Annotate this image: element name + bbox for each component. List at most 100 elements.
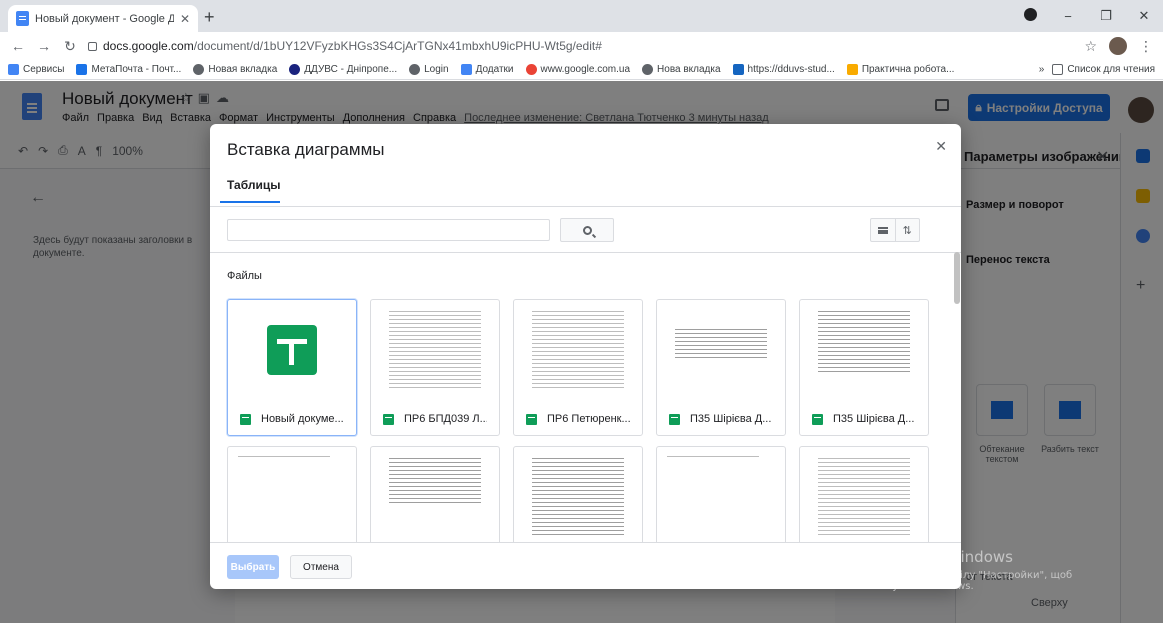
file-thumbnail [228,300,356,400]
bookmark-item[interactable]: Сервисы [8,64,64,75]
bookmark-item[interactable]: Нова вкладка [642,64,721,75]
file-card[interactable] [656,446,786,542]
file-card-new[interactable]: Новый докуме... [227,299,357,436]
back-icon[interactable]: ← [10,38,26,54]
file-thumbnail [657,447,785,542]
files-grid: Новый докуме... ПР6 БПД039 Л... ПР6 Петю… [210,294,954,542]
sheet-preview [667,453,759,463]
bookmark-item[interactable]: ДДУВС - Дніпропе... [289,64,397,75]
active-tab-indicator [220,201,280,203]
file-card[interactable]: ПР6 Петюренк... [513,299,643,436]
url-host: docs.google.com [103,39,194,53]
search-icon [582,225,592,235]
select-button[interactable]: Выбрать [227,555,279,579]
cancel-button[interactable]: Отмена [290,555,352,579]
reading-list-icon [1052,64,1064,75]
browser-tab[interactable]: Новый документ - Google Доку ✕ [8,5,198,32]
file-card[interactable] [227,446,357,542]
recording-icon[interactable] [1011,8,1049,24]
sheet-preview [389,308,481,394]
file-card[interactable]: П35 Шірієва Д... [656,299,786,436]
file-card[interactable]: ПР6 БПД039 Л... [370,299,500,436]
link-icon [732,64,744,75]
bookmark-item[interactable]: https://dduvs-stud... [732,64,835,75]
folder-icon [846,64,858,75]
profile-avatar[interactable] [1109,37,1127,55]
file-name: П35 Шірієва Д... [833,413,915,425]
file-card[interactable] [799,446,929,542]
lock-icon [88,41,97,51]
address-bar[interactable]: docs.google.com/document/d/1bUY12VFyzbKH… [88,35,1074,57]
bookmark-item[interactable]: Практична робота... [846,64,954,75]
reload-icon[interactable]: ↻ [62,38,78,55]
file-thumbnail [371,447,499,542]
maximize-icon[interactable]: ❐ [1087,8,1125,24]
bookmark-item[interactable]: www.google.com.ua [525,64,630,75]
search-input[interactable] [227,219,550,241]
bookmark-item[interactable]: МетаПочта - Почт... [76,64,181,75]
minimize-icon[interactable]: − [1049,9,1087,24]
sheet-preview [818,308,910,394]
apps-icon [8,64,19,75]
sheets-icon [812,413,823,425]
mail-icon [76,64,88,75]
bookmark-item[interactable]: Login [409,64,449,75]
sheet-preview [389,455,481,541]
list-view-button[interactable] [871,219,896,241]
file-card[interactable]: П35 Шірієва Д... [799,299,929,436]
sheets-logo-icon [267,325,317,375]
bookmarks-bar: Сервисы МетаПочта - Почт... Новая вкладк… [0,60,1163,80]
emblem-icon [289,64,301,75]
star-icon[interactable]: ☆ [1084,38,1097,55]
bookmark-item[interactable]: Новая вкладка [193,64,277,75]
sheet-preview [238,453,330,463]
file-thumbnail [800,300,928,400]
file-thumbnail [228,447,356,542]
windows-activation-watermark: Активація Windows Перейдіть до розділу "… [862,548,1132,592]
file-thumbnail [800,447,928,542]
tab-title: Новый документ - Google Доку [35,12,174,25]
file-thumbnail [514,300,642,400]
sheets-icon [669,413,680,425]
globe-icon [409,64,421,75]
file-card[interactable] [513,446,643,542]
file-card[interactable] [370,446,500,542]
sheets-icon [240,413,251,425]
search-button[interactable] [560,218,614,242]
new-tab-icon[interactable]: + [204,7,215,28]
sort-icon: ⇅ [902,224,912,237]
sheet-preview [818,455,910,541]
scrollbar-thumb[interactable] [954,252,960,304]
sheets-icon [526,413,537,425]
view-toggle: ⇅ [870,218,920,242]
forward-icon[interactable]: → [36,38,52,54]
sheets-icon [383,413,394,425]
reading-list-button[interactable]: Список для чтения [1052,64,1155,75]
apps-icon [460,64,472,75]
close-icon[interactable]: ✕ [935,138,947,155]
docs-favicon-icon [16,11,29,26]
sheet-preview [675,326,767,366]
sheet-preview [532,308,624,394]
file-name: ПР6 Петюренк... [547,413,630,425]
google-icon [525,64,537,75]
url-path: /document/d/1bUY12VFyzbKHGs3S4CjArTGNx41… [193,39,602,53]
browser-toolbar: ← → ↻ docs.google.com/document/d/1bUY12V… [0,32,1163,60]
list-icon [877,226,888,234]
tab-close-icon[interactable]: ✕ [180,12,190,26]
tab-sheets[interactable]: Таблицы [227,178,280,192]
close-window-icon[interactable]: ✕ [1125,8,1163,24]
browser-tabstrip: Новый документ - Google Доку ✕ + − ❐ ✕ [0,0,1163,32]
files-section-label: Файлы [227,270,262,282]
chrome-menu-icon[interactable]: ⋮ [1139,38,1153,55]
globe-icon [193,64,205,75]
watermark-title: Активація Windows [862,548,1013,566]
file-thumbnail [514,447,642,542]
more-bookmarks-icon[interactable]: » [1039,64,1045,75]
bookmark-item[interactable]: Додатки [460,64,514,75]
dialog-footer: Выбрать Отмена [210,542,961,589]
watermark-subtitle: Перейдіть до розділу "Настройки", щоб ак… [862,570,1073,592]
sort-button[interactable]: ⇅ [896,219,920,241]
file-name: П35 Шірієва Д... [690,413,772,425]
sheet-preview [532,455,624,541]
